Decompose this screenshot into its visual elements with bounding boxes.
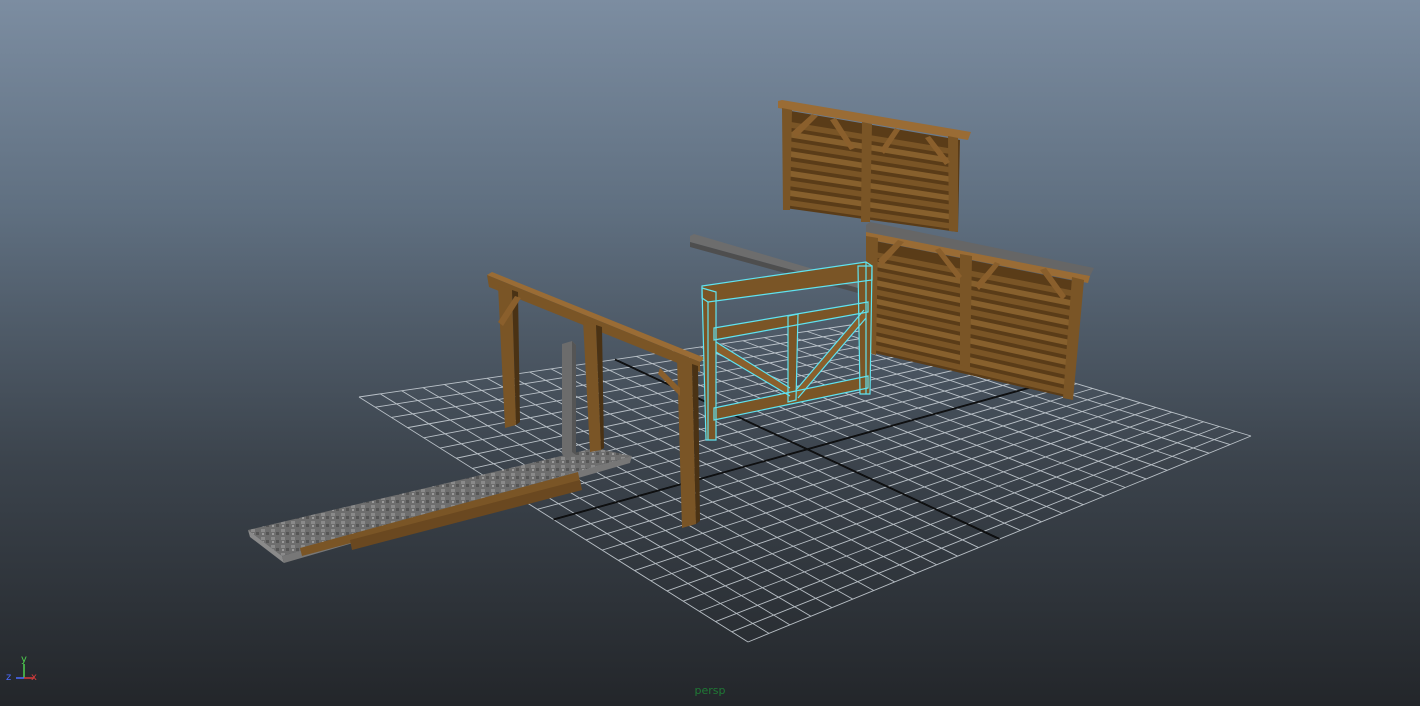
- x-axis-label: x: [31, 672, 37, 683]
- z-axis-label: z: [6, 672, 11, 683]
- camera-name-label: persp: [694, 684, 726, 697]
- upper-wall-panel[interactable]: [778, 100, 971, 232]
- scene-canvas[interactable]: [0, 0, 1420, 706]
- stone-ramp[interactable]: [248, 448, 632, 563]
- y-axis-label: y: [21, 654, 27, 665]
- stone-post[interactable]: [562, 341, 576, 458]
- perspective-viewport[interactable]: y x z persp: [0, 0, 1420, 706]
